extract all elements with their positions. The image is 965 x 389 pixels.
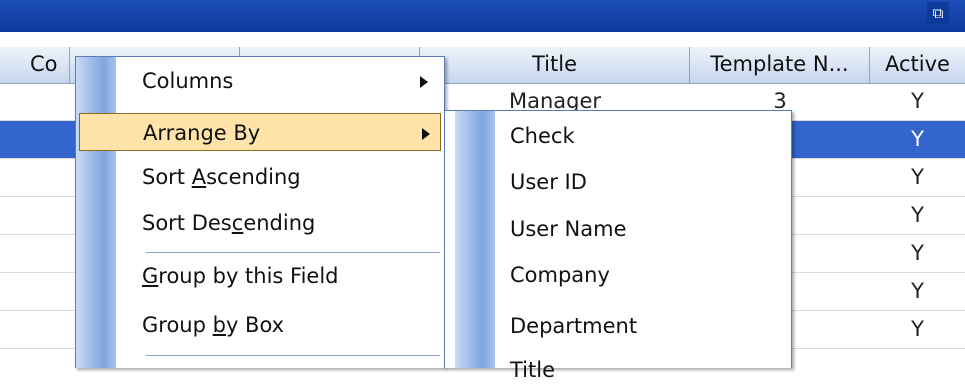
menu-item-sort-descending[interactable]: Sort Descending <box>116 204 438 242</box>
context-menu: Columns Arrange By Sort Ascending Sort D… <box>75 56 445 368</box>
menu-item-arrange-by[interactable]: Arrange By <box>79 113 441 151</box>
menu-item-label: Group by this Field <box>142 264 339 288</box>
submenu-item-label: Title <box>510 358 556 382</box>
cell-active: Y <box>911 317 924 341</box>
menu-icon-strip <box>76 57 116 368</box>
menu-item-label: Columns <box>142 69 234 93</box>
menu-item-label: Sort Descending <box>142 211 316 235</box>
cell-active: Y <box>911 279 924 303</box>
cell-active: Y <box>911 165 924 189</box>
submenu-arrow-icon <box>420 76 428 88</box>
cell-active: Y <box>911 241 924 265</box>
column-header-active[interactable]: Active <box>870 47 965 83</box>
submenu-item-label: Check <box>510 124 575 148</box>
submenu-item-check[interactable]: Check <box>495 117 785 155</box>
cell-active: Y <box>911 203 924 227</box>
menu-item-label: Arrange By <box>143 121 261 145</box>
submenu-item-user-name[interactable]: User Name <box>495 210 785 248</box>
submenu-item-user-id[interactable]: User ID <box>495 163 785 201</box>
cell-active: Y <box>911 89 924 113</box>
submenu-item-company[interactable]: Company <box>495 256 785 294</box>
submenu-arrow-icon <box>422 128 430 140</box>
arrange-by-submenu: Check User ID User Name Company Departme… <box>444 110 792 382</box>
submenu-item-title[interactable]: Title <box>495 351 785 389</box>
column-header-company[interactable]: Co <box>0 47 70 83</box>
menu-separator <box>146 252 440 253</box>
window-restore-icon[interactable]: ⧉ <box>927 2 949 24</box>
submenu-item-label: Department <box>510 314 638 338</box>
menu-separator <box>146 355 440 356</box>
menu-item-columns[interactable]: Columns <box>116 62 438 100</box>
column-header-template[interactable]: Template N... <box>690 47 870 83</box>
column-header-title[interactable]: Title <box>420 47 690 83</box>
cell-active: Y <box>911 127 924 151</box>
submenu-item-label: Company <box>510 263 610 287</box>
submenu-item-label: User ID <box>510 170 587 194</box>
submenu-item-department[interactable]: Department <box>495 307 785 345</box>
submenu-item-label: User Name <box>510 217 627 241</box>
menu-item-label: Group by Box <box>142 313 285 337</box>
window-titlebar: ⧉ <box>0 0 965 32</box>
menu-item-group-by-box[interactable]: Group by Box <box>116 306 438 344</box>
menu-item-label: Sort Ascending <box>142 165 301 189</box>
menu-item-sort-ascending[interactable]: Sort Ascending <box>116 158 438 196</box>
menu-icon-strip <box>455 111 495 368</box>
menu-item-group-by-field[interactable]: Group by this Field <box>116 257 438 295</box>
